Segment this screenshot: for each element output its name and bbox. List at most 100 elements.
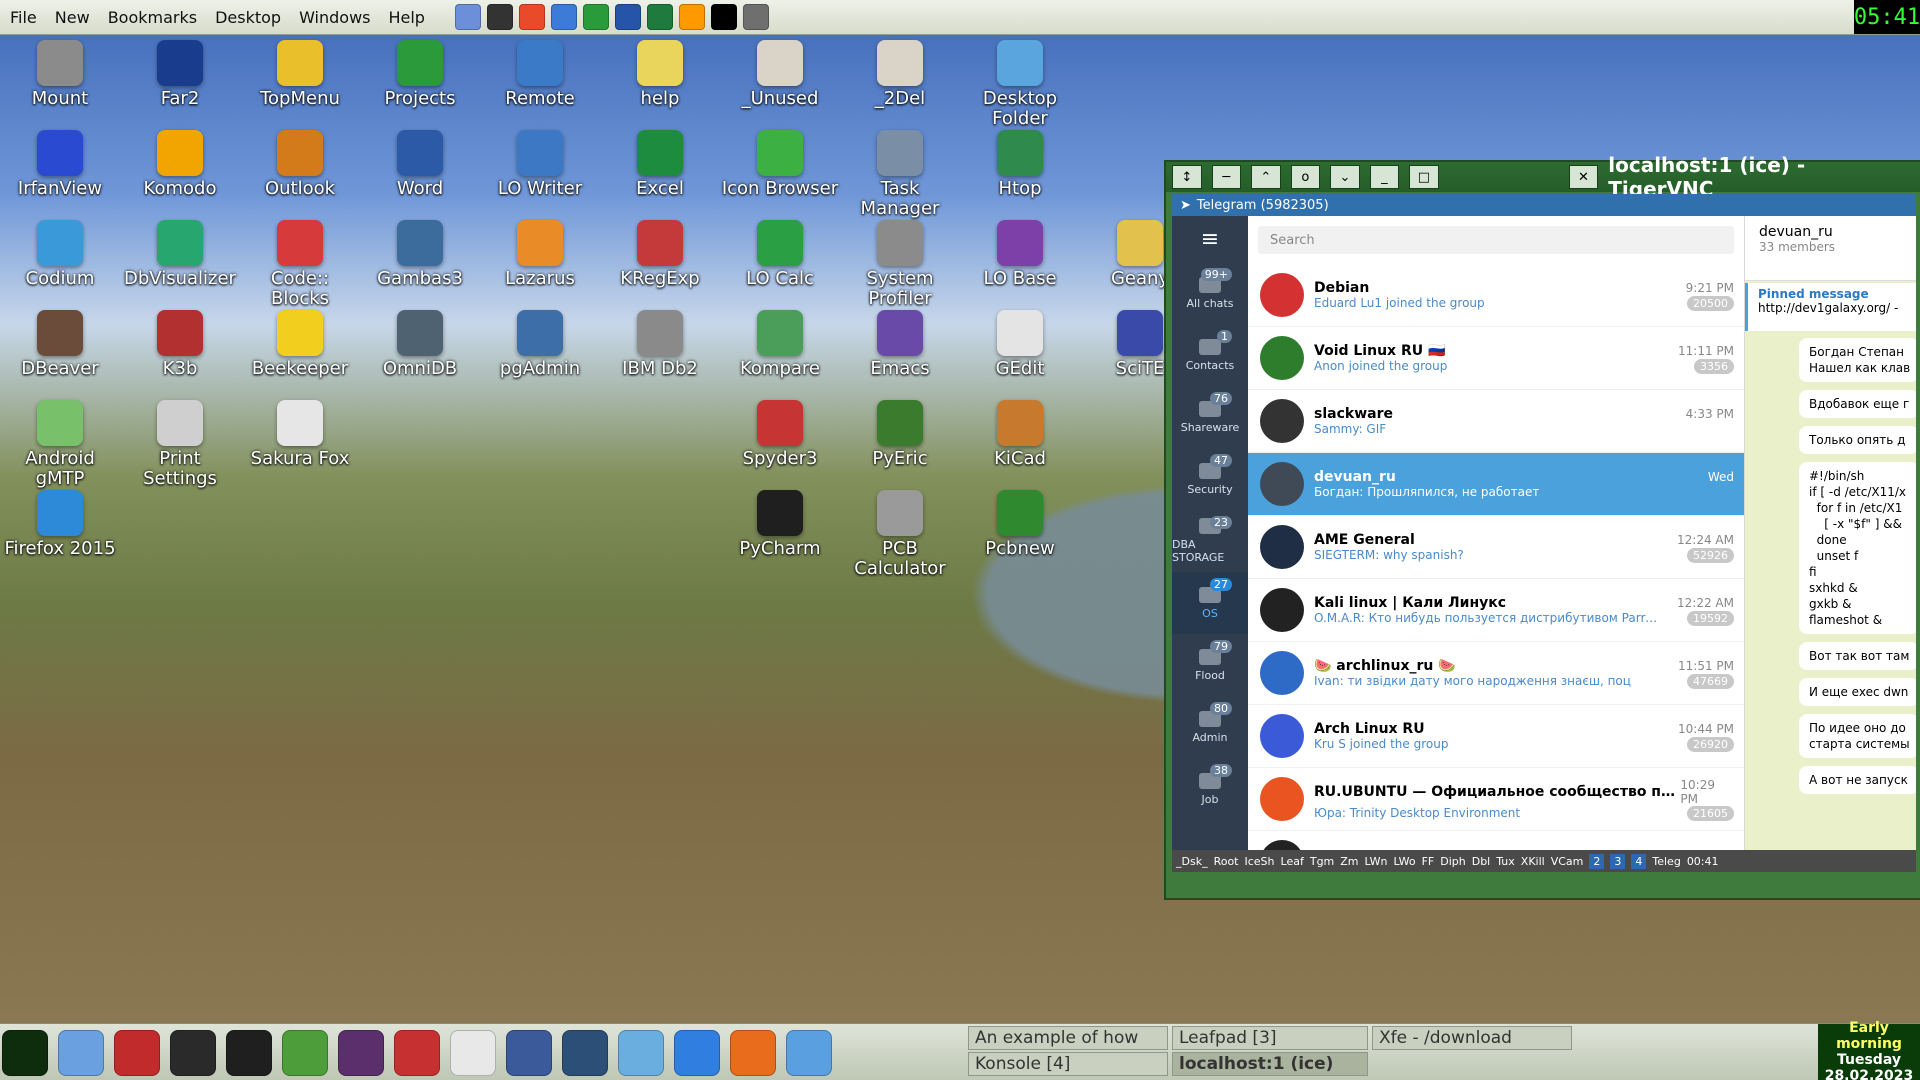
menu-help[interactable]: Help xyxy=(388,8,424,27)
desktop-icon[interactable]: KRegExp xyxy=(600,220,720,289)
inner-taskbar-item[interactable]: LWo xyxy=(1394,855,1416,868)
inner-taskbar-item[interactable]: Tgm xyxy=(1310,855,1334,868)
desktop-icon[interactable]: PyCharm xyxy=(720,490,840,559)
chat-header[interactable]: devuan_ru 33 members xyxy=(1745,216,1916,281)
editor-icon[interactable] xyxy=(58,1030,104,1076)
desktop-icon[interactable]: Android gMTP xyxy=(0,400,120,489)
window-menu-button[interactable]: o xyxy=(1290,165,1321,189)
desktop-icon[interactable]: TopMenu xyxy=(240,40,360,109)
desktop-icon[interactable]: help xyxy=(600,40,720,109)
desktop-icon[interactable]: Firefox 2015 xyxy=(0,490,120,559)
inner-taskbar-item[interactable]: FF xyxy=(1422,855,1435,868)
desktop-icon[interactable]: IBM Db2 xyxy=(600,310,720,379)
desktop-icon[interactable]: Projects xyxy=(360,40,480,109)
app-icon[interactable] xyxy=(618,1030,664,1076)
app-launcher-icon[interactable] xyxy=(646,4,673,30)
desktop-icon[interactable]: Far2 xyxy=(120,40,240,109)
folder-tab[interactable]: 47 Security xyxy=(1172,448,1248,510)
desktop-icon[interactable]: Task Manager xyxy=(840,130,960,219)
desktop-icon[interactable]: Excel xyxy=(600,130,720,199)
app-launcher-icon[interactable] xyxy=(742,4,769,30)
menu-desktop[interactable]: Desktop xyxy=(215,8,281,27)
desktop-icon[interactable]: Code:: Blocks xyxy=(240,220,360,309)
desktop-icon[interactable]: _Unused xyxy=(720,40,840,109)
chat-item[interactable]: RU.UBUNTU — Официальное сообщество пол..… xyxy=(1248,768,1744,831)
desktop-icon[interactable]: OmniDB xyxy=(360,310,480,379)
inner-taskbar-item[interactable]: XKill xyxy=(1521,855,1545,868)
desktop-icon[interactable]: Beekeeper xyxy=(240,310,360,379)
chat-item[interactable]: AME General 12:24 AM SIEGTERM: why spanish… xyxy=(1248,516,1744,579)
inner-taskbar-item[interactable]: Zm xyxy=(1340,855,1358,868)
desktop-icon[interactable]: Outlook xyxy=(240,130,360,199)
desktop-icon[interactable]: Emacs xyxy=(840,310,960,379)
folder-tab[interactable]: 80 Admin xyxy=(1172,696,1248,758)
desktop-icon[interactable]: KiCad xyxy=(960,400,1080,469)
inner-taskbar-item[interactable]: 4 xyxy=(1631,853,1647,869)
chat-item[interactable]: slackware 4:33 PM Sammy: GIF xyxy=(1248,390,1744,453)
desktop-icon[interactable]: PyEric xyxy=(840,400,960,469)
hamburger-menu-icon[interactable]: ≡ xyxy=(1201,216,1219,262)
folder-tab[interactable]: 79 Flood xyxy=(1172,634,1248,696)
folder-tab[interactable]: 38 Job xyxy=(1172,758,1248,820)
desktop-icon[interactable]: Desktop Folder xyxy=(960,40,1080,129)
desktop-icon[interactable]: GEdit xyxy=(960,310,1080,379)
desktop-icon[interactable]: Icon Browser xyxy=(720,130,840,199)
chat-item[interactable]: Arch Linux RU 10:44 PM Kru S joined the gr… xyxy=(1248,705,1744,768)
window-maximize-button[interactable]: □ xyxy=(1409,165,1439,189)
inner-taskbar-item[interactable]: Teleg xyxy=(1652,855,1680,868)
desktop-icon[interactable]: pgAdmin xyxy=(480,310,600,379)
pinned-message[interactable]: Pinned message http://dev1galaxy.org/ - xyxy=(1745,283,1916,331)
desktop-icon[interactable]: Htop xyxy=(960,130,1080,199)
app-icon[interactable] xyxy=(450,1030,496,1076)
desktop-icon[interactable]: Sakura Fox xyxy=(240,400,360,469)
desktop-icon[interactable]: Kompare xyxy=(720,310,840,379)
folder-tab[interactable]: 27 OS xyxy=(1172,572,1248,634)
menu-file[interactable]: File xyxy=(10,8,37,27)
taskbar-button[interactable]: Xfe - /download xyxy=(1372,1026,1572,1050)
app-launcher-icon[interactable] xyxy=(582,4,609,30)
chat-item[interactable]: 🍉 archlinux_ru 🍉 11:51 PM Ivan: ти звідки … xyxy=(1248,642,1744,705)
doublecmd-icon[interactable] xyxy=(394,1030,440,1076)
app-launcher-icon[interactable] xyxy=(518,4,545,30)
desktop-icon[interactable]: LO Base xyxy=(960,220,1080,289)
taskbar-button[interactable]: localhost:1 (ice) xyxy=(1172,1052,1368,1076)
app-icon[interactable] xyxy=(170,1030,216,1076)
message-bubble[interactable]: Вдобавок еще г xyxy=(1799,390,1916,418)
message-bubble[interactable]: По идее оно до старта системы xyxy=(1799,714,1916,758)
menu-bookmarks[interactable]: Bookmarks xyxy=(108,8,197,27)
inner-taskbar-item[interactable]: 2 xyxy=(1589,853,1605,869)
window-close-button[interactable]: ✕ xyxy=(1568,165,1599,189)
desktop-icon[interactable]: LO Calc xyxy=(720,220,840,289)
chat-item[interactable]: Debian 9:21 PM Eduard Lu1 joined the group… xyxy=(1248,264,1744,327)
inner-taskbar-item[interactable]: 00:41 xyxy=(1687,855,1719,868)
desktop-icon[interactable]: Gambas3 xyxy=(360,220,480,289)
folder-tab[interactable]: 99+ All chats xyxy=(1172,262,1248,324)
desktop-icon[interactable]: Pcbnew xyxy=(960,490,1080,559)
app-icon[interactable] xyxy=(114,1030,160,1076)
inner-taskbar-item[interactable]: 3 xyxy=(1610,853,1626,869)
ie-icon[interactable] xyxy=(674,1030,720,1076)
desktop-icon[interactable]: Lazarus xyxy=(480,220,600,289)
inner-taskbar-item[interactable]: Root xyxy=(1214,855,1239,868)
desktop-icon[interactable]: LO Writer xyxy=(480,130,600,199)
folder-tab[interactable]: 23 DBA STORAGE xyxy=(1172,510,1248,572)
app-icon[interactable] xyxy=(338,1030,384,1076)
chat-item[interactable]: Void Linux RU 🇷🇺 11:11 PM Anon joined the … xyxy=(1248,327,1744,390)
firefox-icon[interactable] xyxy=(730,1030,776,1076)
desktop-icon[interactable]: Komodo xyxy=(120,130,240,199)
taskbar-button[interactable]: An example of how xyxy=(968,1026,1168,1050)
desktop-icon[interactable]: PCB Calculator xyxy=(840,490,960,579)
desktop-icon[interactable]: Word xyxy=(360,130,480,199)
desktop-icon[interactable]: Mount xyxy=(0,40,120,109)
notepad-icon[interactable] xyxy=(282,1030,328,1076)
menu-windows[interactable]: Windows xyxy=(299,8,370,27)
folder-tab[interactable]: 76 Shareware xyxy=(1172,386,1248,448)
desktop-icon[interactable]: DbVisualizer xyxy=(120,220,240,289)
desktop-icon[interactable]: K3b xyxy=(120,310,240,379)
desktop-icon[interactable]: _2Del xyxy=(840,40,960,109)
clock-app-icon[interactable] xyxy=(2,1030,48,1076)
taskbar-button[interactable]: Leafpad [3] xyxy=(1172,1026,1368,1050)
desktop-icon[interactable]: Remote xyxy=(480,40,600,109)
terminal-icon[interactable] xyxy=(226,1030,272,1076)
app-launcher-icon[interactable] xyxy=(678,4,705,30)
